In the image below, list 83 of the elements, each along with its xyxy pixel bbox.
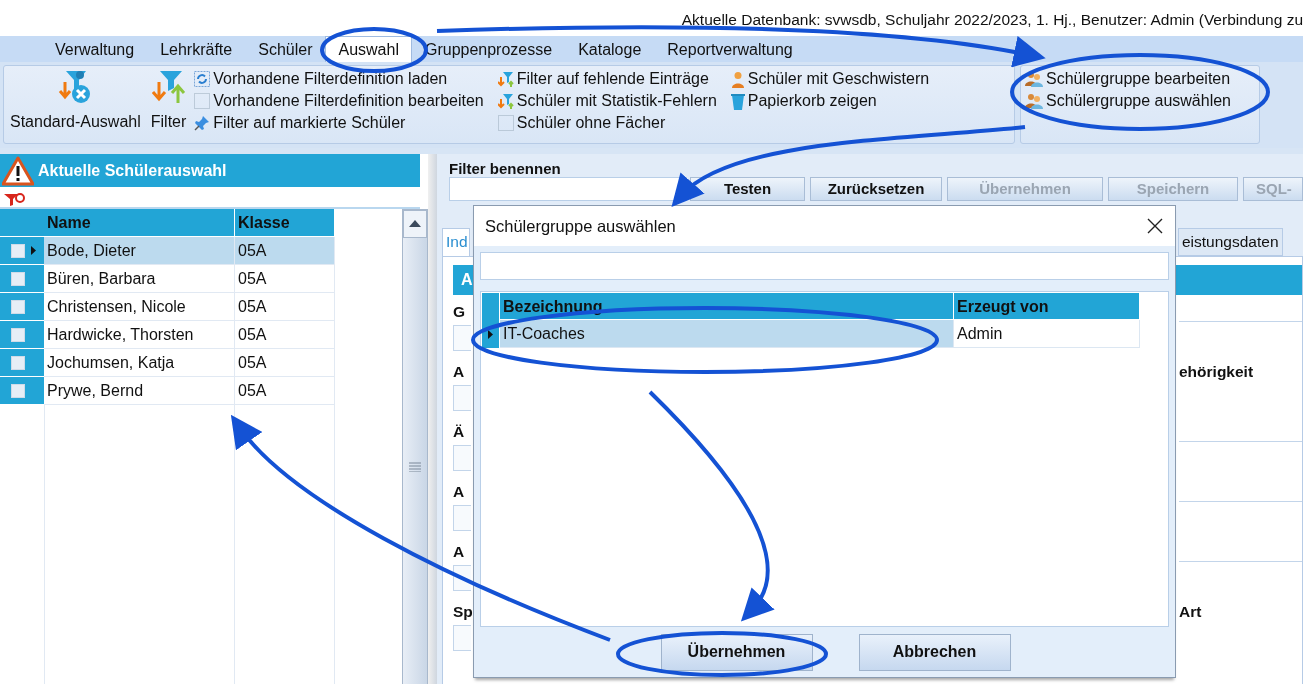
table-cell[interactable]: IT-Coaches <box>500 320 954 348</box>
ribbon-item[interactable]: Schülergruppe auswählen <box>1025 90 1231 112</box>
table-cell[interactable]: Admin <box>954 320 1140 348</box>
table-cell[interactable]: Bode, Dieter <box>44 237 235 265</box>
column-header[interactable]: Klasse <box>235 209 335 237</box>
field-label: A <box>453 362 466 382</box>
people-icon <box>1025 71 1043 87</box>
ribbon-item[interactable]: Vorhandene Filterdefinition laden <box>194 68 484 90</box>
row-checkbox[interactable] <box>11 355 25 370</box>
table-cell[interactable]: Jochumsen, Katja <box>44 349 235 377</box>
field-label: Filter benennen <box>448 159 562 177</box>
field-label: ehörigkeit <box>1179 362 1255 382</box>
funnel-clear-icon <box>58 70 93 104</box>
menu-tab[interactable]: Schüler <box>245 36 326 62</box>
dialog-button[interactable]: Abbrechen <box>858 633 1011 671</box>
ribbon-item[interactable]: Papierkorb zeigen <box>730 90 930 112</box>
row-checkbox[interactable] <box>11 327 25 342</box>
row-checkbox[interactable] <box>11 383 25 398</box>
row-checkbox[interactable] <box>11 271 25 286</box>
refresh-icon <box>194 71 211 87</box>
table-cell[interactable]: 05A <box>235 265 335 293</box>
funnel-arrows-icon <box>151 70 186 104</box>
ribbon-item[interactable]: Vorhandene Filterdefinition bearbeiten <box>194 90 484 112</box>
menu-tab[interactable]: Kataloge <box>565 36 655 62</box>
row-checkbox[interactable] <box>11 243 25 258</box>
ribbon-item[interactable]: Filter auf fehlende Einträge <box>497 68 717 90</box>
ribbon-item[interactable]: Schüler ohne Fächer <box>497 112 717 134</box>
field-label: G <box>453 302 467 322</box>
field-label: Ä <box>453 422 466 442</box>
grip-icon[interactable] <box>409 462 421 472</box>
toolbar-button[interactable]: Zurücksetzen <box>810 177 942 201</box>
pin-icon <box>194 115 211 131</box>
funnel-arrows-icon <box>497 70 514 88</box>
input-field[interactable] <box>453 385 471 411</box>
menu-tab[interactable]: Auswahl <box>325 36 412 62</box>
field-label: Sp <box>453 602 471 622</box>
scroll-up-button[interactable] <box>403 210 427 238</box>
header-cell <box>0 209 44 237</box>
field-label: A <box>453 482 466 502</box>
input-field[interactable] <box>453 325 471 351</box>
menu-tab[interactable]: Verwaltung <box>42 36 148 62</box>
table-cell[interactable]: 05A <box>235 349 335 377</box>
person-icon <box>730 70 745 88</box>
status-text: Aktuelle Datenbank: svwsdb, Schuljahr 2022/2023, 1. Hj., Benutzer: Admin (Verbindung zu <box>681 11 1303 28</box>
input-field[interactable] <box>453 505 471 531</box>
close-icon[interactable] <box>1147 218 1163 234</box>
table-cell[interactable]: Hardwicke, Thorsten <box>44 321 235 349</box>
ribbon-item[interactable]: Schülergruppe bearbeiten <box>1025 68 1231 90</box>
tab[interactable]: eistungsdaten <box>1178 228 1283 256</box>
column-header[interactable]: Erzeugt von <box>954 293 1140 320</box>
column-header[interactable]: Name <box>44 209 235 237</box>
menu-tab[interactable]: Reportverwaltung <box>654 36 806 62</box>
table-cell[interactable]: Christensen, Nicole <box>44 293 235 321</box>
field-label: Art <box>1179 602 1203 622</box>
dialog-title: Schülergruppe auswählen <box>485 215 676 237</box>
search-field[interactable] <box>480 252 1169 280</box>
ribbon-item[interactable]: Schüler mit Geschwistern <box>730 68 930 90</box>
row-pointer-icon <box>488 329 493 339</box>
table-cell[interactable]: 05A <box>235 321 335 349</box>
table-cell[interactable]: Büren, Barbara <box>44 265 235 293</box>
funnel-arrows-icon <box>497 92 514 110</box>
filter-name-field[interactable] <box>449 177 687 201</box>
menu-tab[interactable]: Lehrkräfte <box>147 36 246 62</box>
people-icon <box>1025 93 1043 109</box>
input-field[interactable] <box>453 625 471 651</box>
input-field[interactable] <box>453 445 471 471</box>
funnel-icon[interactable] <box>4 192 26 207</box>
menu-tab[interactable]: Gruppenprozesse <box>411 36 566 62</box>
trash-icon <box>730 92 745 110</box>
ribbon-item[interactable]: Filter auf markierte Schüler <box>194 112 484 134</box>
ribbon-item[interactable]: Schüler mit Statistik-Fehlern <box>497 90 717 112</box>
toolbar-button[interactable]: Testen <box>690 177 805 201</box>
panel-title: Aktuelle Schülerauswahl <box>38 160 227 181</box>
table-cell[interactable]: 05A <box>235 237 335 265</box>
ribbon-button[interactable]: Filter <box>148 68 189 136</box>
dotted-square-icon <box>497 115 514 131</box>
table-cell[interactable]: 05A <box>235 293 335 321</box>
scrollbar[interactable] <box>402 209 428 684</box>
field-label: A <box>453 542 466 562</box>
dotted-square-icon <box>194 93 211 109</box>
row-checkbox[interactable] <box>11 299 25 314</box>
ribbon-button[interactable]: Standard-Auswahl <box>8 68 143 136</box>
tab[interactable]: Ind <box>442 228 470 256</box>
